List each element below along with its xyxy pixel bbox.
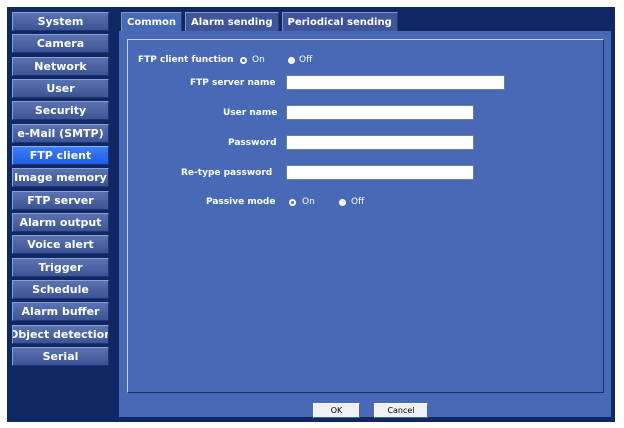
ftp-server-name-label: FTP server name bbox=[190, 78, 276, 88]
ftp-server-name-field[interactable] bbox=[286, 75, 505, 90]
sidebar-item-image-memory[interactable]: Image memory bbox=[12, 168, 109, 188]
passive-mode-off-radio[interactable] bbox=[339, 199, 346, 206]
sidebar-item-ftp-server[interactable]: FTP server bbox=[12, 190, 109, 210]
tab-bar: Common Alarm sending Periodical sending bbox=[121, 12, 401, 31]
sidebar-menu: System Camera Network User Security e-Ma… bbox=[12, 12, 109, 370]
sidebar-item-voice-alert[interactable]: Voice alert bbox=[12, 235, 109, 255]
passive-mode-on-label: On bbox=[302, 197, 315, 207]
ftp-client-on-label: On bbox=[252, 55, 265, 65]
tab-alarm-sending[interactable]: Alarm sending bbox=[185, 12, 279, 31]
cancel-button[interactable]: Cancel bbox=[374, 403, 428, 418]
ftp-client-on-radio[interactable] bbox=[240, 57, 247, 64]
user-name-label: User name bbox=[223, 108, 278, 118]
sidebar-item-system[interactable]: System bbox=[12, 12, 109, 31]
tab-common[interactable]: Common bbox=[121, 12, 183, 31]
sidebar-item-object-detection[interactable]: Object detection bbox=[12, 324, 109, 344]
sidebar-item-alarm-output[interactable]: Alarm output bbox=[12, 213, 109, 233]
password-label: Password bbox=[228, 138, 277, 148]
ok-button[interactable]: OK bbox=[313, 403, 360, 418]
retype-password-label: Re-type password bbox=[181, 168, 273, 178]
ftp-client-off-label: Off bbox=[299, 55, 313, 65]
passive-mode-off-label: Off bbox=[351, 197, 365, 207]
settings-form: FTP client function On Off FTP server na… bbox=[127, 39, 604, 393]
sidebar-item-ftp-client[interactable]: FTP client bbox=[12, 146, 109, 166]
sidebar-item-security[interactable]: Security bbox=[12, 101, 109, 121]
sidebar-item-camera[interactable]: Camera bbox=[12, 34, 109, 54]
tab-periodical-sending[interactable]: Periodical sending bbox=[281, 12, 398, 31]
ftp-client-off-radio[interactable] bbox=[288, 57, 295, 64]
sidebar-item-serial[interactable]: Serial bbox=[12, 347, 109, 367]
sidebar-item-alarm-buffer[interactable]: Alarm buffer bbox=[12, 302, 109, 322]
password-field[interactable] bbox=[286, 135, 474, 150]
sidebar-item-user[interactable]: User bbox=[12, 79, 109, 99]
ftp-client-function-label: FTP client function bbox=[138, 55, 234, 65]
passive-mode-label: Passive mode bbox=[206, 197, 276, 207]
sidebar-item-schedule[interactable]: Schedule bbox=[12, 280, 109, 300]
passive-mode-on-radio[interactable] bbox=[289, 199, 296, 206]
sidebar-item-trigger[interactable]: Trigger bbox=[12, 257, 109, 277]
user-name-field[interactable] bbox=[286, 105, 474, 120]
retype-password-field[interactable] bbox=[286, 165, 474, 180]
sidebar-item-network[interactable]: Network bbox=[12, 56, 109, 76]
sidebar-item-email-smtp[interactable]: e-Mail (SMTP) bbox=[12, 123, 109, 143]
settings-panel: FTP client function On Off FTP server na… bbox=[119, 31, 611, 418]
